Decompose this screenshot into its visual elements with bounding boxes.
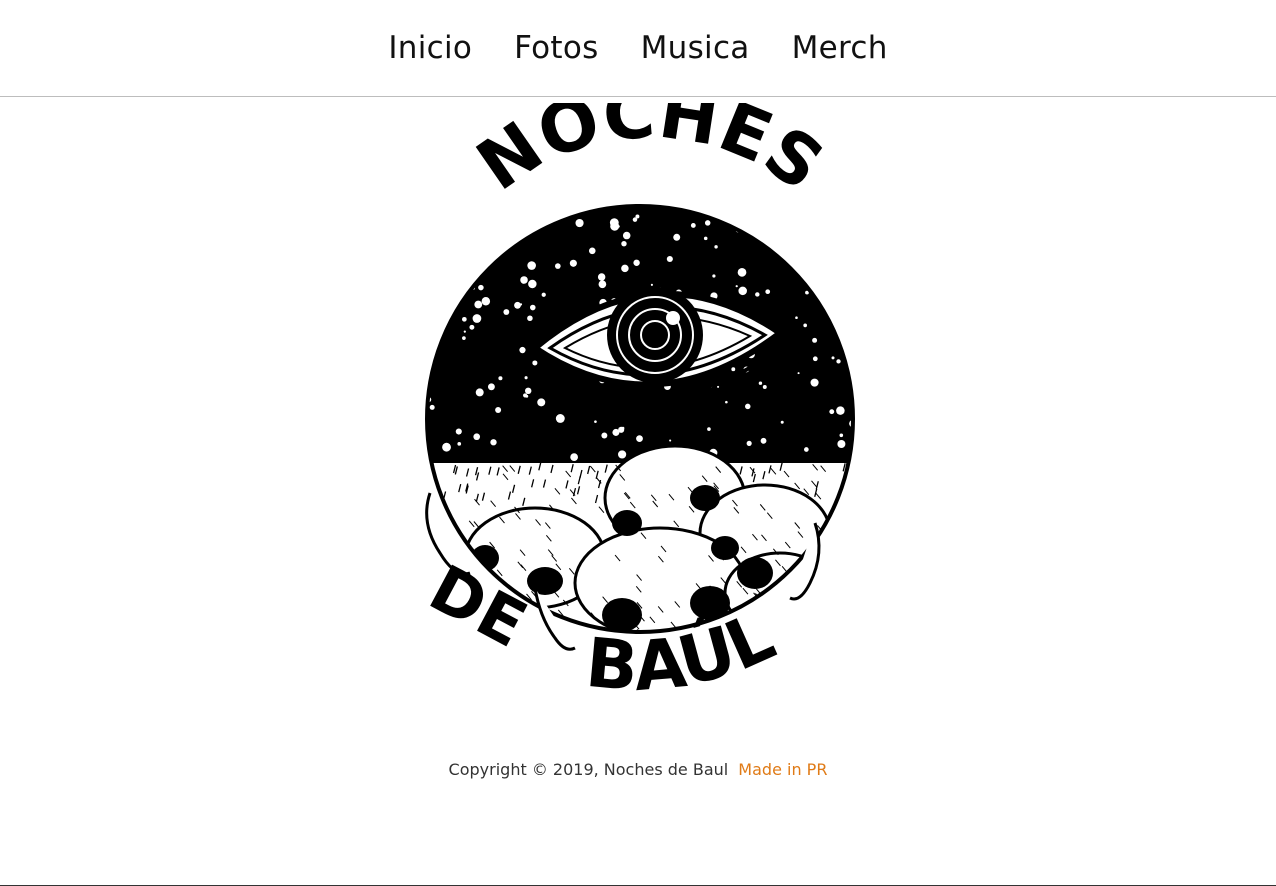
eye-skulls-logo-icon: NOCHES DE BAÚL — [417, 103, 855, 707]
footer: Copyright © 2019, Noches de Baul Made in… — [0, 760, 1276, 779]
made-in-pr-link[interactable]: Made in PR — [738, 760, 827, 779]
nav-musica-link[interactable]: Musica — [641, 30, 750, 66]
nav-merch-link[interactable]: Merch — [792, 30, 888, 66]
logo-title-top: NOCHES — [463, 103, 839, 207]
page: Inicio Fotos Musica Merch NOCHES DE BAÚL… — [0, 0, 1276, 886]
nav-inicio-link[interactable]: Inicio — [388, 30, 472, 66]
band-logo: NOCHES DE BAÚL — [405, 103, 875, 715]
nav-fotos-link[interactable]: Fotos — [514, 30, 598, 66]
copyright-text: Copyright © 2019, Noches de Baul — [448, 760, 729, 779]
main-nav: Inicio Fotos Musica Merch — [0, 0, 1276, 97]
